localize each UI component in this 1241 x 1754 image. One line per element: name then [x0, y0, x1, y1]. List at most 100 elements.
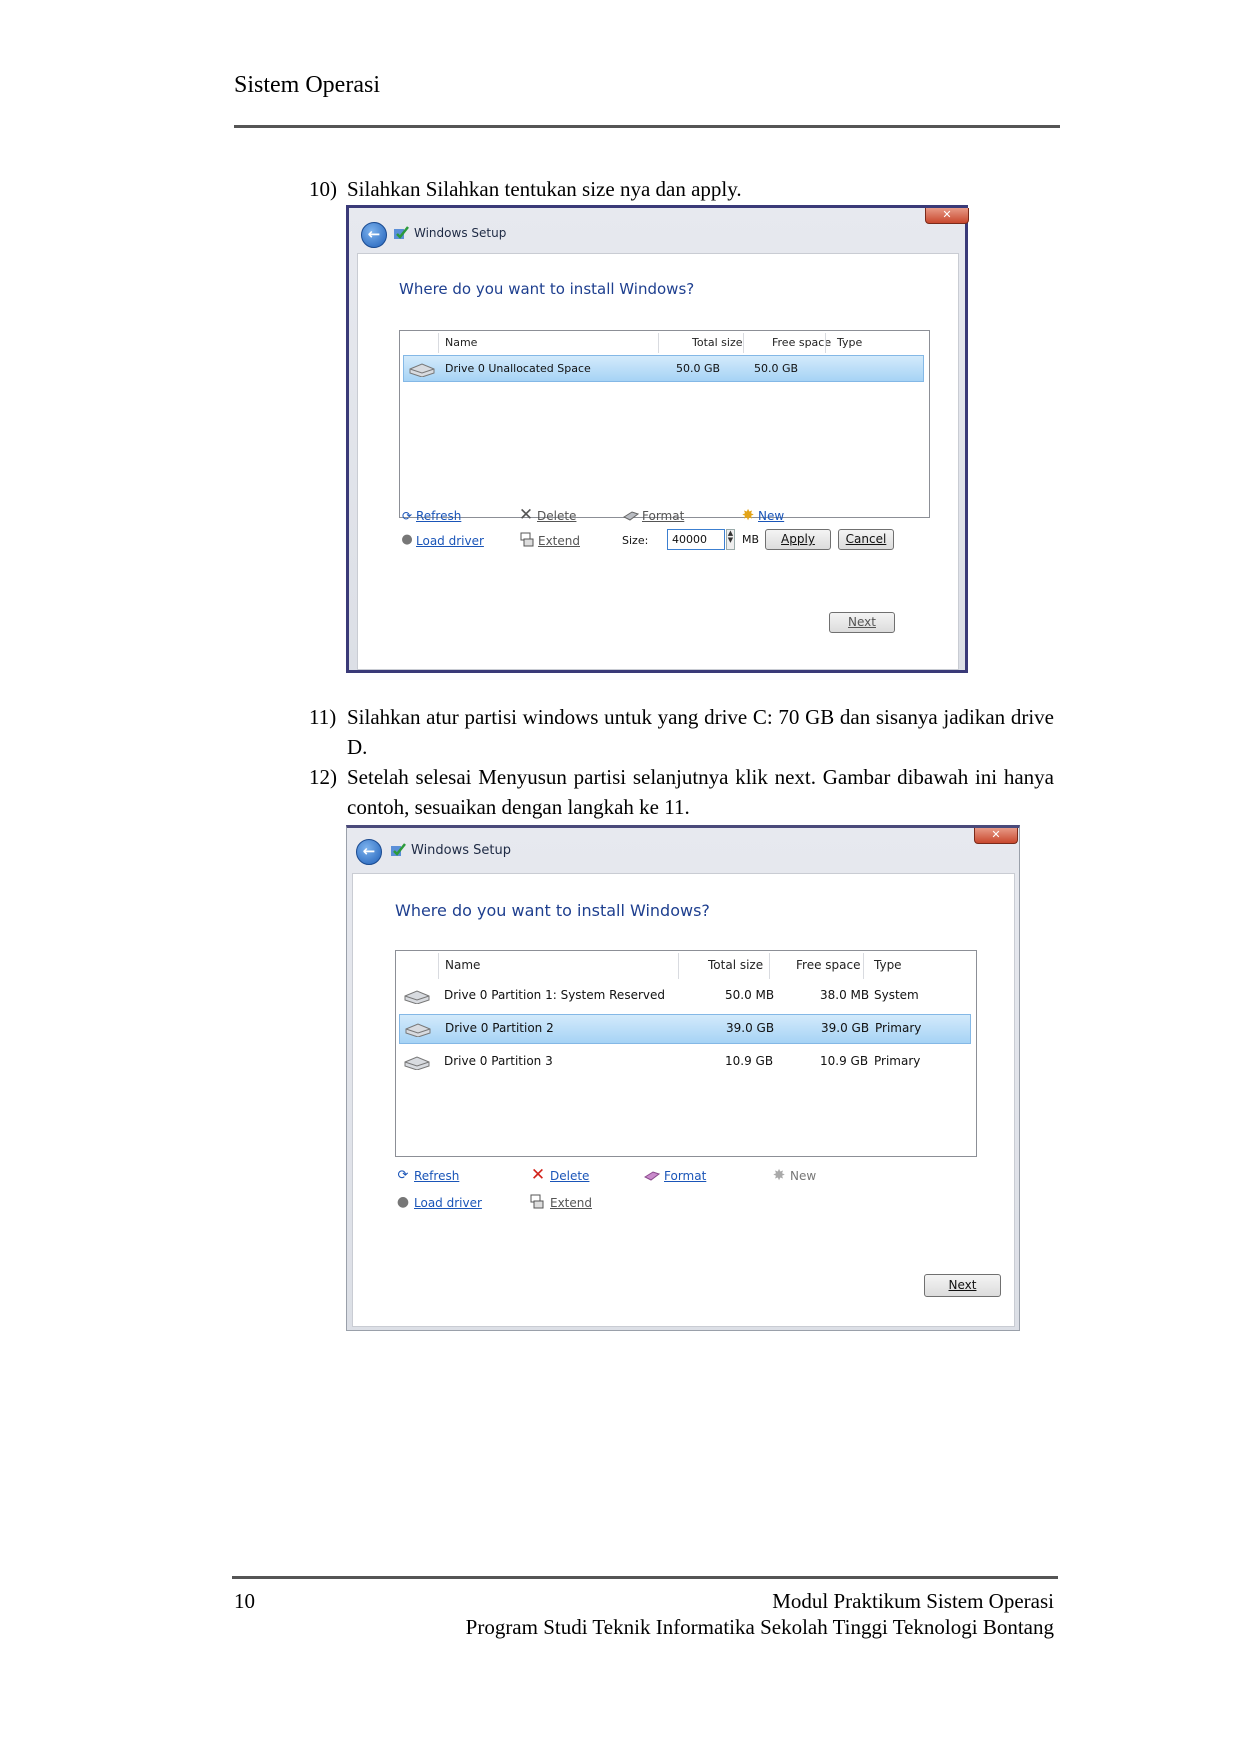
column-separator [678, 953, 679, 979]
refresh-label: Refresh [416, 509, 462, 523]
delete-link[interactable]: Delete [537, 509, 576, 523]
format-label: Format [664, 1169, 707, 1183]
drive-icon [404, 990, 430, 1004]
refresh-icon: ⟳ [401, 509, 413, 523]
row-free-space: 10.9 GB [820, 1054, 869, 1068]
close-button[interactable]: ✕ [925, 208, 969, 224]
delete-icon: ✕ [530, 1165, 546, 1185]
column-header-type: Type [874, 958, 902, 972]
table-row[interactable]: Drive 0 Partition 1: System Reserved 50.… [399, 981, 971, 1011]
partition-table: Name Total size Free space Type Drive 0 … [399, 330, 930, 518]
extend-link[interactable]: Extend [538, 534, 580, 548]
load-driver-disc-icon: ● [401, 532, 413, 547]
column-header-free-space: Free space [772, 336, 832, 349]
table-row-selected[interactable]: Drive 0 Partition 2 39.0 GB 39.0 GB Prim… [399, 1014, 971, 1044]
column-header-name: Name [445, 958, 481, 972]
setup-content: Where do you want to install Windows? Na… [352, 873, 1015, 1327]
footer-module: Modul Praktikum Sistem Operasi [772, 1589, 1054, 1613]
header-rule [234, 125, 1060, 128]
window-title: Windows Setup [414, 226, 507, 240]
apply-button[interactable]: Apply [765, 529, 831, 550]
step-12: 12) Setelah selesai Menyusun partisi sel… [309, 762, 1054, 822]
refresh-link[interactable]: Refresh [414, 1169, 459, 1183]
delete-icon: ✕ [518, 505, 534, 525]
extend-label: Extend [550, 1196, 592, 1210]
page-header-title: Sistem Operasi [234, 72, 380, 98]
new-sparkle-icon: ✸ [741, 506, 755, 524]
load-driver-label: Load driver [416, 534, 484, 548]
refresh-icon: ⟳ [397, 1168, 409, 1183]
footer-institution: Program Studi Teknik Informatika Sekolah… [465, 1615, 1054, 1639]
row-free-space: 38.0 MB [820, 988, 870, 1002]
refresh-label: Refresh [414, 1169, 460, 1183]
step-text: Setelah selesai Menyusun partisi selanju… [347, 765, 1054, 819]
format-link[interactable]: Format [642, 509, 684, 523]
next-button[interactable]: Next [924, 1274, 1001, 1297]
load-driver-disc-icon: ● [396, 1194, 410, 1210]
new-link[interactable]: New [790, 1169, 816, 1183]
column-separator [658, 333, 659, 353]
setup-content: Where do you want to install Windows? Na… [357, 253, 959, 670]
column-separator [863, 953, 864, 979]
delete-label: Delete [537, 509, 577, 523]
column-header-type: Type [837, 336, 863, 349]
format-link[interactable]: Format [664, 1169, 706, 1183]
extend-link[interactable]: Extend [550, 1196, 592, 1210]
step-number: 10) [309, 177, 337, 201]
partition-table: Name Total size Free space Type Drive 0 … [395, 950, 977, 1157]
column-header-name: Name [445, 336, 478, 349]
load-driver-link[interactable]: Load driver [416, 534, 484, 548]
row-total-size: 39.0 GB [726, 1021, 775, 1035]
back-arrow-icon[interactable]: ← [361, 222, 387, 248]
install-question: Where do you want to install Windows? [395, 901, 710, 920]
row-name: Drive 0 Unallocated Space [445, 362, 591, 375]
refresh-link[interactable]: Refresh [416, 509, 461, 523]
column-header-total-size: Total size [692, 336, 743, 349]
row-type: System [874, 988, 919, 1002]
window-title: Windows Setup [411, 843, 512, 858]
size-label: Size: [622, 534, 649, 547]
extend-icon [520, 532, 534, 547]
format-icon [644, 1171, 660, 1181]
format-icon [623, 511, 639, 521]
apply-label: Apply [781, 532, 815, 546]
drive-icon [404, 1056, 430, 1070]
row-total-size: 10.9 GB [725, 1054, 774, 1068]
row-name: Drive 0 Partition 1: System Reserved [444, 988, 665, 1002]
cancel-label: Cancel [845, 532, 887, 546]
next-button[interactable]: Next [829, 612, 895, 633]
size-spinner[interactable]: ▲ ▼ [726, 529, 735, 550]
windows-setup-screenshot-2: ✕ ← Windows Setup Where do you want to i… [346, 825, 1020, 1331]
install-question: Where do you want to install Windows? [399, 280, 695, 298]
back-arrow-icon[interactable]: ← [356, 839, 382, 865]
delete-label: Delete [550, 1169, 590, 1183]
column-separator [825, 333, 826, 353]
table-row[interactable]: Drive 0 Partition 3 10.9 GB 10.9 GB Prim… [399, 1047, 971, 1077]
extend-icon [530, 1194, 544, 1209]
new-link[interactable]: New [758, 509, 784, 523]
column-separator [438, 333, 439, 353]
size-input[interactable] [667, 529, 725, 550]
step-11: 11) Silahkan atur partisi windows untuk … [309, 702, 1054, 762]
footer-rule [232, 1576, 1058, 1579]
column-header-total-size: Total size [708, 958, 764, 972]
drive-icon [405, 1023, 431, 1037]
row-total-size: 50.0 GB [676, 362, 721, 375]
step-number: 12) [309, 765, 337, 789]
delete-link[interactable]: Delete [550, 1169, 589, 1183]
row-free-space: 50.0 GB [754, 362, 799, 375]
row-total-size: 50.0 MB [725, 988, 775, 1002]
load-driver-link[interactable]: Load driver [414, 1196, 482, 1210]
table-row-selected[interactable]: Drive 0 Unallocated Space 50.0 GB 50.0 G… [403, 355, 924, 382]
column-separator [438, 953, 439, 979]
column-separator [769, 953, 770, 979]
step-text: Silahkan atur partisi windows untuk yang… [347, 705, 1054, 759]
windows-setup-screenshot-1: ✕ ← Windows Setup Where do you want to i… [346, 205, 969, 673]
close-button[interactable]: ✕ [974, 828, 1018, 844]
windows-setup-logo-icon [394, 226, 409, 239]
cancel-button[interactable]: Cancel [838, 529, 894, 550]
new-label: New [790, 1169, 817, 1183]
next-label: Next [948, 1278, 977, 1292]
row-type: Primary [875, 1021, 922, 1035]
step-text: Silahkan Silahkan tentukan size nya dan … [347, 177, 742, 201]
